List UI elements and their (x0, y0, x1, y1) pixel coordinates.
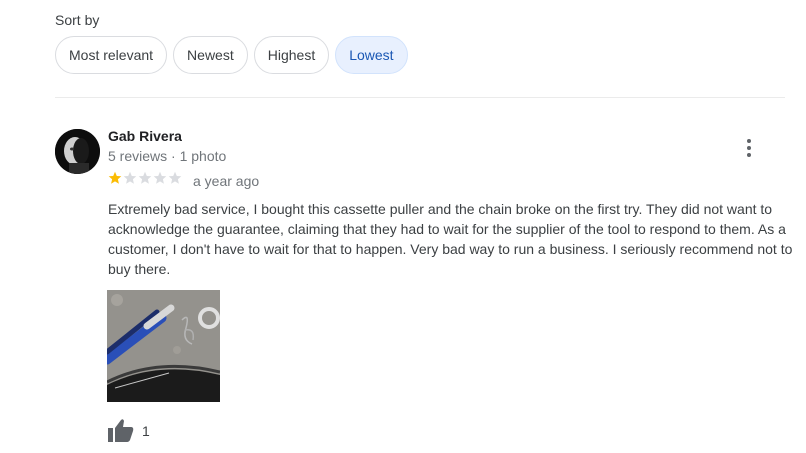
sort-chip-lowest[interactable]: Lowest (335, 36, 408, 74)
avatar[interactable] (55, 129, 100, 174)
sort-by-label: Sort by (55, 12, 100, 28)
star-empty-icon (123, 171, 137, 184)
like-count: 1 (142, 423, 150, 439)
avatar-photo (55, 129, 100, 174)
divider (55, 97, 785, 98)
review-photo-image (107, 290, 220, 402)
star-empty-icon (138, 171, 152, 184)
reviewer-name[interactable]: Gab Rivera (108, 128, 182, 144)
reviewer-meta: 5 reviews · 1 photo (108, 148, 227, 164)
reviews-panel: Sort by Most relevant Newest Highest Low… (0, 0, 806, 453)
star-rating (108, 171, 182, 185)
sort-chip-newest[interactable]: Newest (173, 36, 248, 74)
review-photo[interactable] (107, 290, 220, 402)
star-empty-icon (168, 171, 182, 184)
sort-chips: Most relevant Newest Highest Lowest (55, 36, 408, 74)
review-text: Extremely bad service, I bought this cas… (108, 201, 793, 277)
review-time: a year ago (193, 173, 260, 189)
star-filled-icon (108, 171, 122, 184)
sort-chip-most-relevant[interactable]: Most relevant (55, 36, 168, 74)
more-vert-icon[interactable] (738, 136, 760, 160)
sort-chip-highest[interactable]: Highest (253, 36, 330, 74)
thumb-up-icon[interactable] (107, 418, 135, 444)
star-empty-icon (153, 171, 167, 184)
